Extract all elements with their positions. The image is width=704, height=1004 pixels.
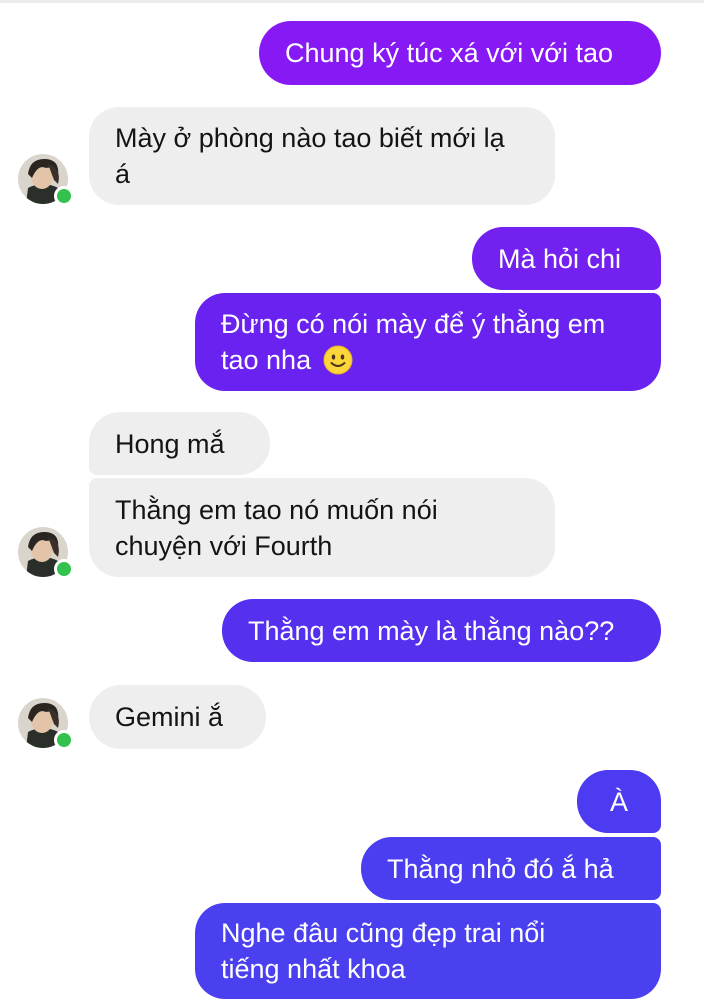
online-status-dot — [54, 559, 74, 579]
contact-avatar[interactable] — [18, 698, 74, 750]
contact-avatar[interactable] — [18, 527, 74, 579]
message-bubble-out[interactable]: À — [577, 770, 661, 833]
message-text: Mà hỏi chi — [498, 243, 622, 274]
message-text: Thằng em mày là thằng nào?? — [248, 615, 615, 646]
message-bubble-out[interactable]: Thằng nhỏ đó ắ hả — [361, 837, 661, 900]
message-text: À — [609, 786, 628, 817]
message-bubble-out[interactable]: Thằng em mày là thằng nào?? — [222, 599, 661, 662]
message-bubble-out[interactable]: Đừng có nói mày để ý thằng em tao nha — [195, 293, 661, 391]
message-text: Chung ký túc xá với với tao — [285, 38, 614, 68]
message-text: Hong mắ — [115, 428, 225, 459]
message-text: Nghe đâu cũng đẹp trai nổi tiếng nhất kh… — [221, 918, 546, 984]
message-bubble-out[interactable]: Nghe đâu cũng đẹp trai nổi tiếng nhất kh… — [195, 903, 661, 999]
message-bubble-in[interactable]: Hong mắ — [89, 412, 270, 475]
message-text-body: Đừng có nói mày để ý thằng em tao nha — [221, 309, 606, 375]
online-status-dot — [54, 186, 74, 206]
message-text: Thằng nhỏ đó ắ hả — [387, 853, 614, 884]
message-bubble-in[interactable]: Gemini ắ — [89, 685, 266, 749]
message-bubble-in[interactable]: Thằng em tao nó muốn nói chuyện với Four… — [89, 478, 555, 577]
contact-avatar[interactable] — [18, 154, 74, 206]
top-divider — [0, 0, 704, 3]
message-bubble-out[interactable]: Chung ký túc xá với với tao — [259, 21, 661, 85]
online-status-dot — [54, 730, 74, 750]
message-text: Đừng có nói mày để ý thằng em tao nha — [221, 306, 635, 378]
message-text: Thằng em tao nó muốn nói chuyện với Four… — [115, 494, 438, 561]
message-bubble-out[interactable]: Mà hỏi chi — [472, 227, 661, 290]
slightly-smiling-face-icon — [323, 345, 353, 375]
message-text: Mày ở phòng nào tao biết mới lạ á — [115, 123, 505, 189]
message-bubble-in[interactable]: Mày ở phòng nào tao biết mới lạ á — [89, 107, 555, 205]
message-text: Gemini ắ — [115, 702, 224, 732]
